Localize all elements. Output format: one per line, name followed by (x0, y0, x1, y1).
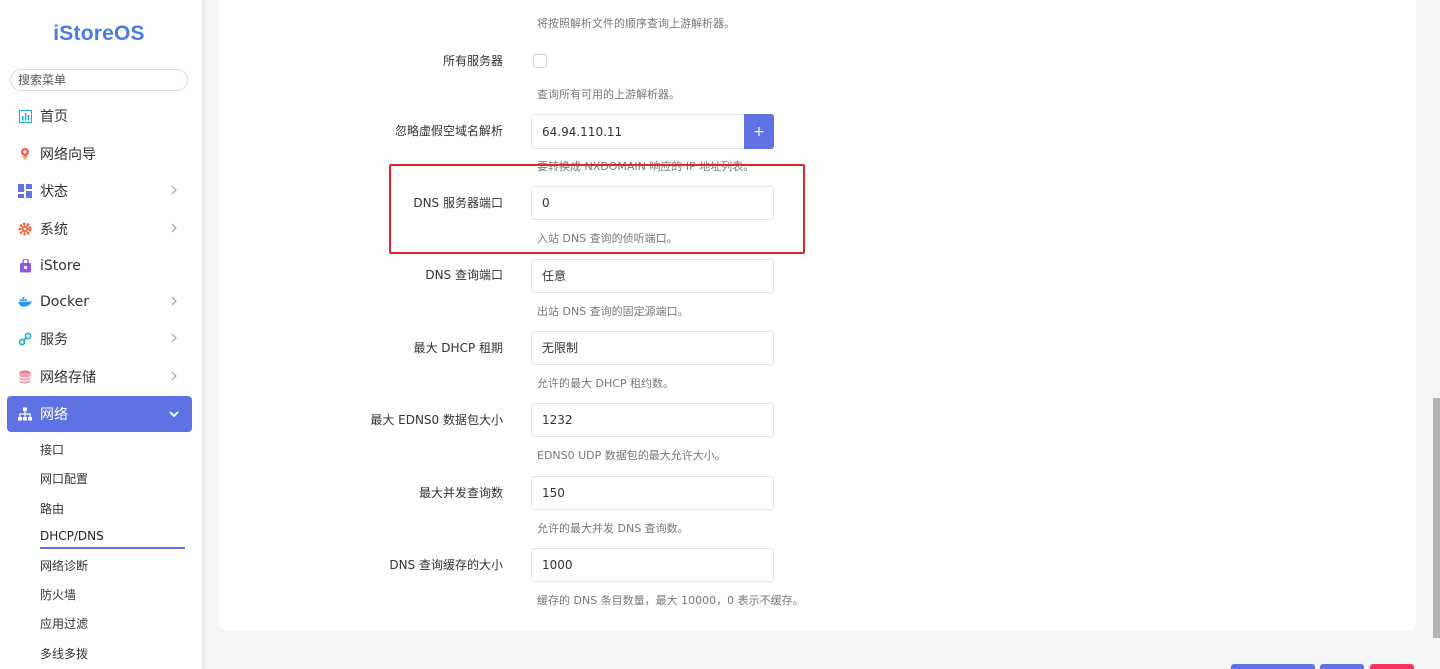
submenu-item-firewall[interactable]: 防火墙 (40, 586, 76, 603)
chevron-down-icon (169, 411, 179, 418)
menu-item-network[interactable]: 网络 (7, 396, 192, 432)
dhcp-lease-max-label: 最大 DHCP 租期 (413, 341, 503, 355)
menu-item-label: 首页 (40, 109, 68, 125)
bogus-nxdomain-label: 忽略虚假空域名解析 (394, 124, 503, 138)
dns-port-label: DNS 服务器端口 (413, 196, 503, 210)
menu-item-label: 网络向导 (40, 147, 96, 163)
edns-packet-max-label: 最大 EDNS0 数据包大小 (370, 413, 503, 427)
scrollbar-thumb[interactable] (1433, 398, 1440, 638)
search-menu-input[interactable] (10, 69, 188, 91)
menu-item-services[interactable]: 服务 (7, 321, 192, 357)
menu-item-istore[interactable]: iStore (7, 248, 192, 284)
dns-forward-max-hint: 允许的最大并发 DNS 查询数。 (537, 522, 689, 535)
gear-icon (18, 222, 32, 236)
chevron-right-icon (171, 185, 177, 195)
submenu-item-port-config[interactable]: 网口配置 (40, 470, 88, 487)
save-apply-button[interactable] (1231, 664, 1315, 669)
dashboard-icon (18, 109, 32, 123)
sidebar: iStoreOS 首页 网络向导 状态 系统 iStore (0, 0, 202, 669)
bogus-nxdomain-hint: 要转换成 NXDOMAIN 响应的 IP 地址列表。 (537, 160, 755, 173)
dhcp-lease-max-input[interactable] (531, 331, 774, 365)
all-servers-hint: 查询所有可用的上游解析器。 (537, 88, 680, 101)
menu-item-label: iStore (40, 258, 81, 274)
dhcp-lease-max-hint: 允许的最大 DHCP 租约数。 (537, 377, 675, 390)
resolv-order-hint: 将按照解析文件的顺序查询上游解析器。 (537, 17, 735, 30)
cache-size-hint: 缓存的 DNS 条目数量，最大 10000，0 表示不缓存。 (537, 594, 804, 607)
active-submenu-underline (40, 547, 185, 549)
dns-port-input[interactable] (531, 186, 774, 220)
chevron-right-icon (171, 333, 177, 343)
network-tree-icon (18, 407, 32, 421)
docker-whale-icon (18, 295, 32, 309)
menu-item-docker[interactable]: Docker (7, 284, 192, 320)
menu-item-label: 服务 (40, 332, 68, 348)
menu-item-label: 系统 (40, 222, 68, 238)
menu-item-home[interactable]: 首页 (7, 98, 192, 134)
chevron-right-icon (171, 296, 177, 306)
database-icon (18, 370, 32, 384)
menu-item-label: 网络 (40, 407, 68, 423)
submenu-item-multiwan[interactable]: 多线多拨 (40, 645, 88, 662)
chevron-right-icon (171, 223, 177, 233)
all-servers-checkbox[interactable] (533, 54, 547, 68)
store-bag-icon (18, 259, 32, 273)
puzzle-icon (18, 332, 32, 346)
rocket-icon (18, 147, 32, 161)
edns-packet-max-hint: EDNS0 UDP 数据包的最大允许大小。 (537, 449, 726, 462)
menu-item-system[interactable]: 系统 (7, 211, 192, 247)
submenu-item-diagnostics[interactable]: 网络诊断 (40, 557, 88, 574)
submenu-item-dhcp-dns[interactable]: DHCP/DNS (40, 529, 104, 543)
cache-size-label: DNS 查询缓存的大小 (389, 558, 503, 572)
submenu-item-routes[interactable]: 路由 (40, 500, 64, 517)
edns-packet-max-input[interactable] (531, 403, 774, 437)
settings-card: 将按照解析文件的顺序查询上游解析器。 所有服务器 查询所有可用的上游解析器。 忽… (219, 0, 1416, 630)
dns-forward-max-label: 最大并发查询数 (418, 486, 503, 500)
menu-item-storage[interactable]: 网络存储 (7, 359, 192, 395)
menu-item-status[interactable]: 状态 (7, 173, 192, 209)
grid-icon (18, 184, 32, 198)
app-logo[interactable]: iStoreOS (0, 22, 198, 46)
bogus-nxdomain-input[interactable] (531, 114, 745, 149)
dns-port-hint: 入站 DNS 查询的侦听端口。 (537, 232, 678, 245)
query-port-input[interactable] (531, 259, 774, 293)
menu-item-label: 状态 (40, 184, 68, 200)
all-servers-label: 所有服务器 (442, 54, 503, 68)
menu-item-wizard[interactable]: 网络向导 (7, 136, 192, 172)
menu-item-label: Docker (40, 294, 90, 310)
submenu-item-app-filter[interactable]: 应用过滤 (40, 615, 88, 632)
reset-button[interactable] (1370, 664, 1414, 669)
dns-forward-max-input[interactable] (531, 476, 774, 510)
submenu-item-interfaces[interactable]: 接口 (40, 441, 64, 458)
query-port-label: DNS 查询端口 (425, 268, 503, 282)
menu-item-label: 网络存储 (40, 370, 96, 386)
query-port-hint: 出站 DNS 查询的固定源端口。 (537, 305, 689, 318)
add-bogus-ip-button[interactable]: + (744, 114, 774, 149)
chevron-right-icon (171, 371, 177, 381)
save-button[interactable] (1320, 664, 1364, 669)
cache-size-input[interactable] (531, 548, 774, 582)
